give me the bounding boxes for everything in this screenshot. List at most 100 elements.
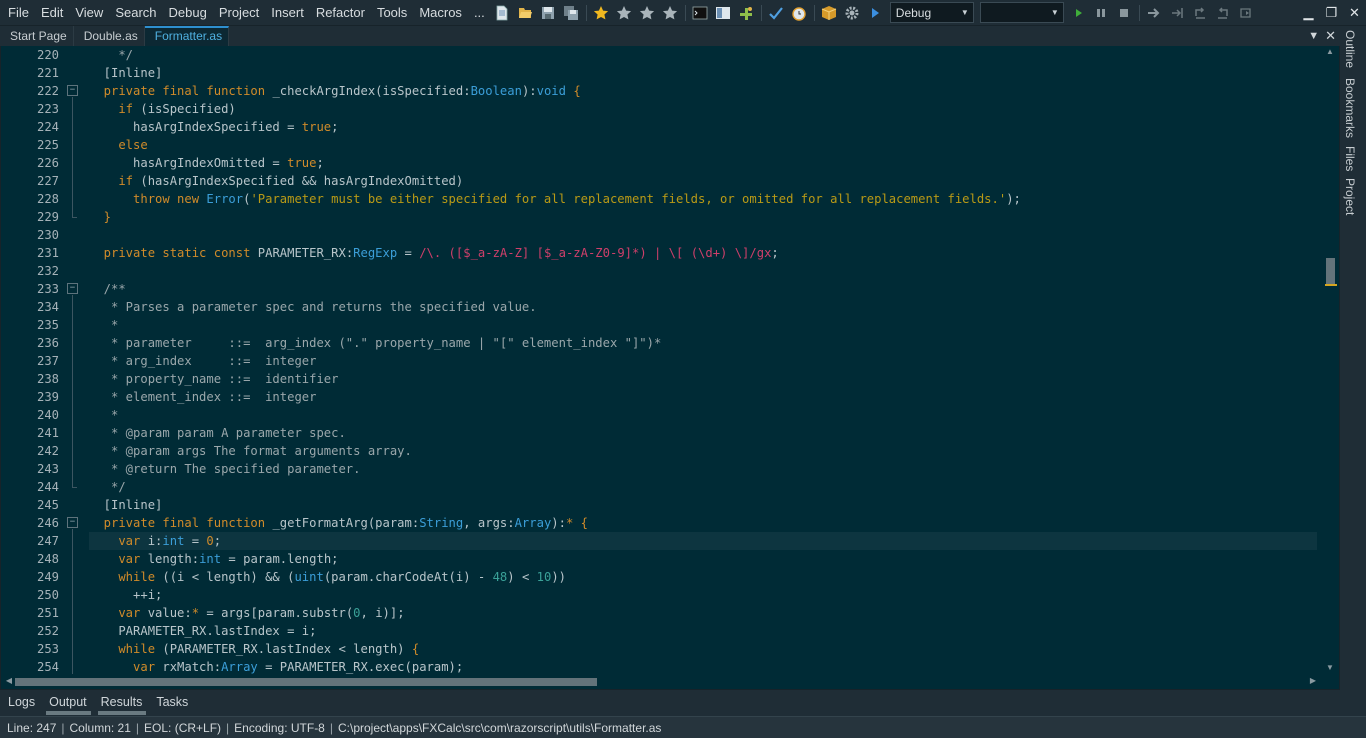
code-line[interactable] <box>89 226 1317 244</box>
code-line[interactable]: * @param param A parameter spec. <box>89 424 1317 442</box>
scroll-right-icon[interactable]: ▶ <box>1307 674 1319 688</box>
menu-item-overflow[interactable]: ... <box>468 0 491 26</box>
code-line[interactable]: [Inline] <box>89 64 1317 82</box>
save-icon[interactable] <box>537 2 560 24</box>
menu-item-file[interactable]: File <box>0 0 35 26</box>
code-line[interactable]: private final function _getFormatArg(par… <box>89 514 1317 532</box>
menu-item-macros[interactable]: Macros <box>413 0 468 26</box>
check-syntax-icon[interactable] <box>765 2 788 24</box>
code-line[interactable]: var length:int = param.length; <box>89 550 1317 568</box>
settings-gear-icon[interactable] <box>841 2 864 24</box>
pause-icon[interactable] <box>1090 2 1113 24</box>
step-over-icon[interactable] <box>1143 2 1166 24</box>
code-line[interactable]: * property_name ::= identifier <box>89 370 1317 388</box>
code-line[interactable]: [Inline] <box>89 496 1317 514</box>
code-line[interactable]: PARAMETER_RX.lastIndex = i; <box>89 622 1317 640</box>
code-line[interactable]: ++i; <box>89 586 1317 604</box>
code-line[interactable]: hasArgIndexSpecified = true; <box>89 118 1317 136</box>
tab-start-page[interactable]: Start Page <box>0 26 74 46</box>
code-line[interactable]: * Parses a parameter spec and returns th… <box>89 298 1317 316</box>
code-line[interactable]: if (hasArgIndexSpecified && hasArgIndexO… <box>89 172 1317 190</box>
code-line[interactable]: var i:int = 0; <box>89 532 1317 550</box>
tab-list-chevron-down-icon[interactable]: ▼ <box>1308 30 1319 42</box>
panel-tab-logs[interactable]: Logs <box>0 690 41 716</box>
code-line[interactable]: */ <box>89 46 1317 64</box>
command-prompt-icon[interactable] <box>689 2 712 24</box>
bookmark-prev-icon[interactable] <box>613 2 636 24</box>
dock-tab-outline[interactable]: Outline <box>1343 30 1357 68</box>
code-line[interactable] <box>89 262 1317 280</box>
bookmark-next-icon[interactable] <box>636 2 659 24</box>
play-icon[interactable] <box>1067 2 1090 24</box>
package-icon[interactable] <box>818 2 841 24</box>
bookmark-star-icon[interactable] <box>590 2 613 24</box>
vertical-scroll-thumb[interactable] <box>1326 258 1335 284</box>
code-line[interactable]: * parameter ::= arg_index ("." property_… <box>89 334 1317 352</box>
code-editor[interactable]: 220 221 222−223 224 225 226 227 228 229 230 231 232… <box>0 46 1340 674</box>
code-line[interactable]: if (isSpecified) <box>89 100 1317 118</box>
code-line[interactable]: while ((i < length) && (uint(param.charC… <box>89 568 1317 586</box>
code-line[interactable]: } <box>89 208 1317 226</box>
code-line[interactable]: * @param args The format arguments array… <box>89 442 1317 460</box>
stop-icon[interactable] <box>1113 2 1136 24</box>
code-line[interactable]: * <box>89 406 1317 424</box>
panel-tab-results[interactable]: Results <box>93 690 149 716</box>
code-line[interactable]: hasArgIndexOmitted = true; <box>89 154 1317 172</box>
menu-item-project[interactable]: Project <box>213 0 265 26</box>
code-line[interactable]: private final function _checkArgIndex(is… <box>89 82 1317 100</box>
clock-icon[interactable] <box>788 2 811 24</box>
scroll-up-icon[interactable]: ▲ <box>1322 46 1338 58</box>
dock-tab-bookmarks[interactable]: Bookmarks <box>1343 78 1357 138</box>
panel-tab-tasks[interactable]: Tasks <box>148 690 194 716</box>
scroll-down-icon[interactable]: ▼ <box>1322 662 1338 674</box>
close-icon[interactable]: ✕ <box>1343 0 1366 26</box>
step-into-icon[interactable] <box>1166 2 1189 24</box>
code-line[interactable]: * <box>89 316 1317 334</box>
code-line[interactable]: * arg_index ::= integer <box>89 352 1317 370</box>
continue-icon[interactable] <box>1235 2 1258 24</box>
code-line[interactable]: */ <box>89 478 1317 496</box>
save-all-icon[interactable] <box>560 2 583 24</box>
code-line[interactable]: while (PARAMETER_RX.lastIndex < length) … <box>89 640 1317 658</box>
tab-double-as[interactable]: Double.as <box>74 26 145 46</box>
dock-tab-project[interactable]: Project <box>1343 178 1357 215</box>
new-file-icon[interactable] <box>491 2 514 24</box>
horizontal-scrollbar[interactable]: ◀ ▶ <box>0 674 1340 690</box>
code-line[interactable]: private static const PARAMETER_RX:RegExp… <box>89 244 1317 262</box>
fold-collapse-icon[interactable]: − <box>67 517 78 528</box>
horizontal-scroll-thumb[interactable] <box>15 678 597 686</box>
code-line[interactable]: var rxMatch:Array = PARAMETER_RX.exec(pa… <box>89 658 1317 674</box>
fold-collapse-icon[interactable]: − <box>67 283 78 294</box>
menu-item-insert[interactable]: Insert <box>265 0 310 26</box>
open-file-icon[interactable] <box>514 2 537 24</box>
menu-item-view[interactable]: View <box>69 0 109 26</box>
code-line[interactable]: throw new Error('Parameter must be eithe… <box>89 190 1317 208</box>
code-line[interactable]: else <box>89 136 1317 154</box>
restart-icon[interactable] <box>1212 2 1235 24</box>
menu-item-refactor[interactable]: Refactor <box>310 0 371 26</box>
menu-item-tools[interactable]: Tools <box>371 0 413 26</box>
dock-tab-files[interactable]: Files <box>1343 146 1357 171</box>
target-select[interactable]: ▼ <box>979 2 1064 23</box>
code-line[interactable]: var value:* = args[param.substr(0, i)]; <box>89 604 1317 622</box>
menu-item-edit[interactable]: Edit <box>35 0 69 26</box>
fold-collapse-icon[interactable]: − <box>67 85 78 96</box>
panel-tab-output[interactable]: Output <box>41 690 93 716</box>
code-line[interactable]: * @return The specified parameter. <box>89 460 1317 478</box>
scroll-left-icon[interactable]: ◀ <box>3 674 15 688</box>
menu-item-debug[interactable]: Debug <box>163 0 213 26</box>
close-tab-icon[interactable]: ✕ <box>1325 28 1336 44</box>
bookmark-clear-icon[interactable] <box>659 2 682 24</box>
configuration-select[interactable]: Debug ▼ <box>889 2 974 23</box>
plugin-icon[interactable] <box>735 2 758 24</box>
step-out-icon[interactable] <box>1189 2 1212 24</box>
tab-formatter-as[interactable]: Formatter.as <box>144 26 230 46</box>
restore-icon[interactable]: ❐ <box>1320 0 1343 26</box>
code-line[interactable]: * element_index ::= integer <box>89 388 1317 406</box>
run-icon[interactable] <box>864 2 887 24</box>
layout-icon[interactable] <box>712 2 735 24</box>
code-line[interactable]: /** <box>89 280 1317 298</box>
minimize-icon[interactable]: ▁ <box>1297 0 1320 26</box>
menu-item-search[interactable]: Search <box>109 0 162 26</box>
vertical-scrollbar[interactable]: ▲ ▼ <box>1322 46 1338 674</box>
